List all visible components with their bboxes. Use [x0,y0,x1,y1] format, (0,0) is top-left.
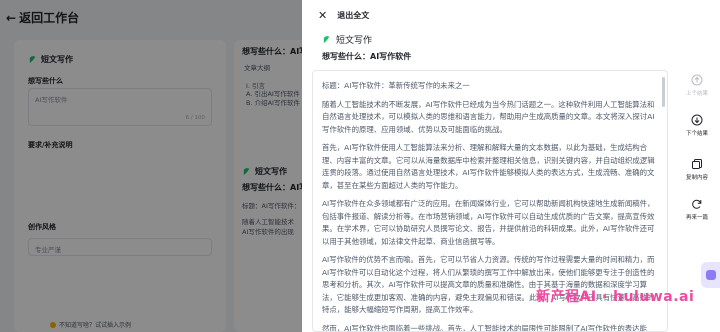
article-paragraph: 随着人工智能技术的不断发展，AI写作软件已经成为当今热门话题之一。这种软件利用人… [322,99,655,134]
next-result-label: 下个结果 [685,131,708,137]
drawer-title: 退出全文 [337,10,370,20]
chat-icon [706,270,716,280]
drawer-header: ✕ 退出全文 [302,0,720,30]
drawer-topic: 想写些什么：AI写作软件 [322,52,412,61]
redo-icon [692,199,702,209]
copy-icon [692,159,702,169]
copy-content-label: 复制内容 [685,175,708,181]
drawer-product-name: 短文写作 [336,36,373,46]
previous-result-label: 上个结果 [685,91,708,97]
copy-content-button[interactable]: 复制内容 [674,158,720,181]
regenerate-button[interactable]: 再来一篇 [674,198,720,221]
fulltext-drawer: ✕ 退出全文 短文写作 想写些什么：AI写作软件 标题：AI写作软件：革新传统写… [302,0,720,332]
article-paragraph: AI写作软件在众多领域都有广泛的应用。在新闻媒体行业，它可以帮助新闻机构快速地生… [322,199,655,246]
regenerate-label: 再来一篇 [685,215,708,221]
leaf-icon [323,36,330,44]
close-icon[interactable]: ✕ [318,9,327,22]
previous-result-button[interactable]: 上个结果 [674,74,720,97]
assistant-fab[interactable] [701,262,720,288]
arrow-up-icon [691,74,703,86]
article-paragraph: 首先，AI写作软件使用人工智能算法来分析、理解和解释大量的文本数据，以此为基础，… [322,143,655,190]
article-paragraph: 标题：AI写作软件：革新传统写作的未来之一 [322,81,470,90]
watermark: 新产程AI · huluwa.ai [536,289,695,305]
scrollbar-thumb[interactable] [662,77,665,107]
drawer-product: 短文写作 [322,33,372,46]
arrow-down-icon [691,114,703,126]
article-paragraph: 然而，AI写作软件也面临着一些挑战。首先，人工智能技术的局限性可能限制了AI写作… [322,323,647,332]
next-result-button[interactable]: 下个结果 [674,114,720,137]
